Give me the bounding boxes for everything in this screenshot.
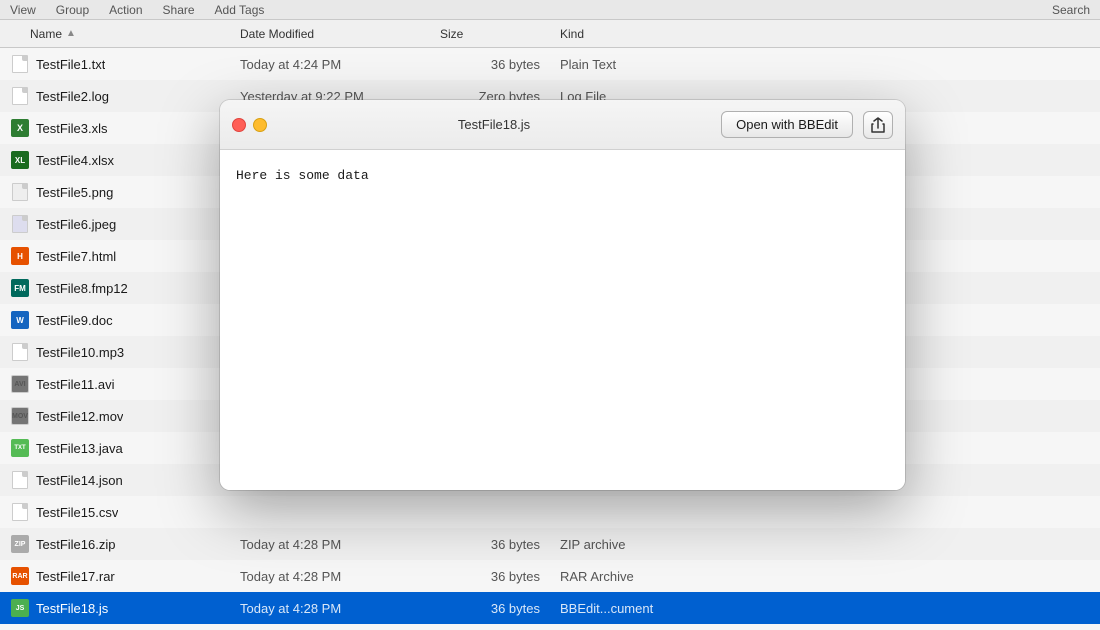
file-icon-mov: MOV xyxy=(10,406,30,426)
list-item[interactable]: RAR TestFile17.rar Today at 4:28 PM 36 b… xyxy=(0,560,1100,592)
file-date: Today at 4:28 PM xyxy=(230,601,430,616)
file-icon-xlsx: XL xyxy=(10,150,30,170)
sort-arrow-icon: ▲ xyxy=(66,28,76,39)
file-name: TestFile9.doc xyxy=(36,313,113,328)
file-name: TestFile1.txt xyxy=(36,57,105,72)
file-icon-jpeg xyxy=(10,214,30,234)
minimize-button[interactable]: − xyxy=(253,118,267,132)
file-icon-log xyxy=(10,86,30,106)
file-name: TestFile18.js xyxy=(36,601,108,616)
list-item[interactable]: JS TestFile18.js Today at 4:28 PM 36 byt… xyxy=(0,592,1100,624)
share-icon xyxy=(871,117,885,133)
file-kind: ZIP archive xyxy=(550,537,750,552)
file-name: TestFile12.mov xyxy=(36,409,123,424)
col-header-size[interactable]: Size xyxy=(430,27,550,41)
file-name: TestFile16.zip xyxy=(36,537,115,552)
finder-toolbar: View Group Action Share Add Tags Search xyxy=(0,0,1100,20)
file-date: Today at 4:28 PM xyxy=(230,537,430,552)
quicklook-filename: TestFile18.js xyxy=(277,117,711,132)
col-header-kind[interactable]: Kind xyxy=(550,27,750,41)
quicklook-content: Here is some data xyxy=(220,150,905,490)
file-name: TestFile4.xlsx xyxy=(36,153,114,168)
file-size: 36 bytes xyxy=(430,57,550,72)
file-name: TestFile17.rar xyxy=(36,569,115,584)
toolbar-add-tags[interactable]: Add Tags xyxy=(215,3,265,17)
file-icon-html: H xyxy=(10,246,30,266)
file-icon-json xyxy=(10,470,30,490)
toolbar-search[interactable]: Search xyxy=(1052,3,1090,17)
finder-window: View Group Action Share Add Tags Search … xyxy=(0,0,1100,630)
file-icon-avi: AVI xyxy=(10,374,30,394)
file-name: TestFile7.html xyxy=(36,249,116,264)
col-header-name[interactable]: Name ▲ xyxy=(0,27,230,41)
file-size: 36 bytes xyxy=(430,569,550,584)
file-name: TestFile2.log xyxy=(36,89,109,104)
file-icon-png xyxy=(10,182,30,202)
open-with-bbedit-button[interactable]: Open with BBEdit xyxy=(721,111,853,138)
toolbar-action[interactable]: Action xyxy=(109,3,142,17)
toolbar-view[interactable]: View xyxy=(10,3,36,17)
file-name: TestFile13.java xyxy=(36,441,123,456)
file-icon-java: TXT xyxy=(10,438,30,458)
file-icon-fmp12: FM xyxy=(10,278,30,298)
file-name: TestFile3.xls xyxy=(36,121,108,136)
file-icon-js: JS xyxy=(10,598,30,618)
quicklook-titlebar: ✕ − TestFile18.js Open with BBEdit xyxy=(220,100,905,150)
file-size: 36 bytes xyxy=(430,537,550,552)
quicklook-popup: ✕ − TestFile18.js Open with BBEdit Here … xyxy=(220,100,905,490)
file-icon-xls: X xyxy=(10,118,30,138)
share-button[interactable] xyxy=(863,111,893,139)
file-icon-doc: W xyxy=(10,310,30,330)
file-icon-txt xyxy=(10,54,30,74)
file-kind: BBEdit...cument xyxy=(550,601,750,616)
file-kind: Plain Text xyxy=(550,57,750,72)
file-icon-mp3 xyxy=(10,342,30,362)
list-item[interactable]: TestFile15.csv xyxy=(0,496,1100,528)
file-name: TestFile14.json xyxy=(36,473,123,488)
file-kind: RAR Archive xyxy=(550,569,750,584)
file-name: TestFile15.csv xyxy=(36,505,118,520)
toolbar-group[interactable]: Group xyxy=(56,3,89,17)
file-icon-csv xyxy=(10,502,30,522)
file-size: 36 bytes xyxy=(430,601,550,616)
file-name: TestFile10.mp3 xyxy=(36,345,124,360)
file-date: Today at 4:28 PM xyxy=(230,569,430,584)
file-name: TestFile6.jpeg xyxy=(36,217,116,232)
list-item[interactable]: ZIP TestFile16.zip Today at 4:28 PM 36 b… xyxy=(0,528,1100,560)
toolbar-share[interactable]: Share xyxy=(163,3,195,17)
list-item[interactable]: TestFile1.txt Today at 4:24 PM 36 bytes … xyxy=(0,48,1100,80)
file-icon-rar: RAR xyxy=(10,566,30,586)
column-headers: Name ▲ Date Modified Size Kind xyxy=(0,20,1100,48)
file-name: TestFile11.avi xyxy=(36,377,115,392)
file-date: Today at 4:24 PM xyxy=(230,57,430,72)
file-name: TestFile8.fmp12 xyxy=(36,281,128,296)
file-name: TestFile5.png xyxy=(36,185,113,200)
file-icon-zip: ZIP xyxy=(10,534,30,554)
traffic-lights: ✕ − xyxy=(232,118,267,132)
col-header-date[interactable]: Date Modified xyxy=(230,27,430,41)
close-button[interactable]: ✕ xyxy=(232,118,246,132)
